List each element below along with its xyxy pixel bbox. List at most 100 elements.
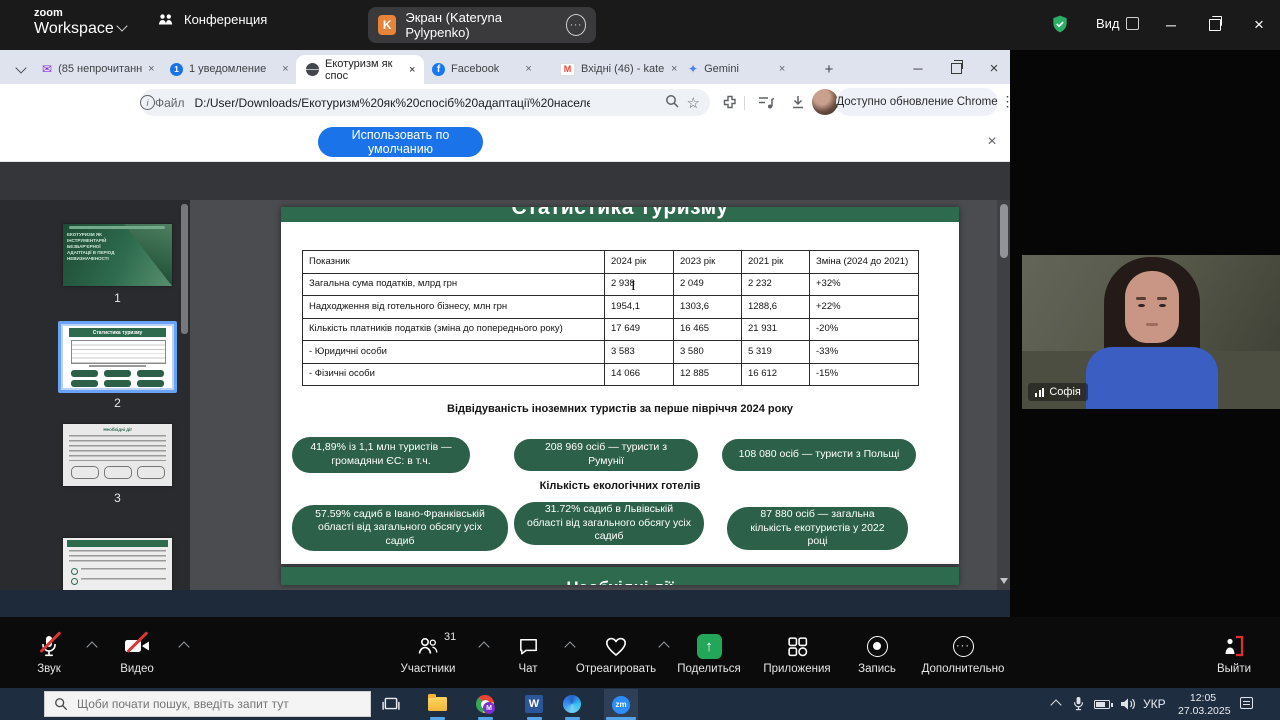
thumb2-number: 2 — [63, 396, 172, 410]
slide-title: Статистика туризму — [281, 207, 959, 220]
webcam-nameplate: Софія — [1028, 383, 1088, 401]
td: +32% — [810, 274, 919, 296]
more-label: Дополнительно — [922, 663, 1005, 675]
taskbar-edge-icon[interactable] — [563, 695, 581, 713]
tab-gmail-inbox[interactable]: M Вхідні (46) - katery × — [560, 57, 680, 81]
zoom-page-icon[interactable] — [665, 94, 679, 111]
workspace-chevron-icon[interactable] — [118, 22, 126, 30]
td: Загальна сума податків, млрд грн — [303, 274, 605, 296]
media-controls-icon[interactable] — [758, 95, 775, 115]
chrome-update-chip[interactable]: Доступно обновление Chrome — [836, 88, 998, 116]
page-info-icon[interactable]: i — [140, 95, 155, 110]
next-slide-title-band: Необхідні дії — [281, 567, 959, 585]
tab-close-icon[interactable]: × — [148, 63, 154, 75]
browser-minimize-button[interactable]: ─ — [902, 56, 934, 80]
extensions-icon[interactable] — [722, 94, 738, 115]
taskbar-zoom-active[interactable]: zm — [604, 689, 638, 720]
tab-facebook[interactable]: f Facebook × — [432, 57, 552, 81]
action-center-icon[interactable] — [1240, 697, 1253, 709]
participants-count-badge: 31 — [444, 631, 456, 643]
profile-m-badge: M — [483, 702, 495, 714]
thumb1-title: ЕКОТУРИЗМ ЯК ІНСТРУМЕНТАРІЙ БЕЗБАР'ЄРНОЇ… — [67, 232, 125, 262]
tab-close-icon[interactable]: × — [779, 63, 785, 75]
bookmark-star-icon[interactable]: ☆ — [687, 94, 700, 112]
record-button[interactable]: Запись — [847, 631, 907, 675]
tab-close-icon[interactable]: × — [525, 63, 531, 75]
scroll-down-arrow-icon[interactable] — [1000, 578, 1008, 584]
webcam-video[interactable]: Софія — [1022, 255, 1280, 409]
participants-label: Участники — [401, 663, 456, 675]
profile-avatar[interactable] — [812, 89, 838, 115]
apps-button[interactable]: Приложения — [756, 631, 838, 675]
window-minimize-button[interactable]: ─ — [1156, 10, 1186, 40]
thumbnail-page-1[interactable]: ЕКОТУРИЗМ ЯК ІНСТРУМЕНТАРІЙ БЕЗБАР'ЄРНОЇ… — [63, 224, 172, 286]
zoom-logo-text: zoom — [34, 8, 114, 19]
audio-label: Звук — [37, 663, 61, 675]
tab-close-icon[interactable]: × — [671, 63, 677, 75]
window-close-button[interactable]: × — [1244, 10, 1274, 40]
leave-button[interactable]: Выйти — [1204, 631, 1264, 675]
taskbar-clock[interactable]: 12:05 27.03.2025 — [1178, 692, 1228, 718]
tab-close-icon[interactable]: × — [409, 64, 415, 76]
browser-restore-button[interactable] — [940, 56, 972, 80]
window-restore-button[interactable] — [1200, 10, 1230, 40]
thumbnail-page-4-partial[interactable] — [63, 538, 172, 590]
tray-speaker-icon[interactable] — [1120, 697, 1136, 716]
downloads-icon[interactable] — [790, 94, 806, 115]
thumb2-mini-table — [71, 340, 166, 364]
video-button[interactable]: Видео — [106, 631, 168, 675]
new-tab-button[interactable]: + — [818, 58, 840, 80]
set-default-browser-button[interactable]: Использовать по умолчанию — [318, 127, 483, 157]
tray-mic-icon[interactable] — [1072, 695, 1085, 717]
security-shield-icon[interactable] — [1050, 14, 1070, 39]
taskbar-chrome-icon[interactable]: M — [476, 695, 494, 713]
tab-ecotourism-active[interactable]: Екотуризм як спос × — [296, 55, 424, 84]
taskview-icon[interactable] — [382, 695, 400, 717]
td: 14 066 — [605, 364, 674, 386]
pdf-scrollbar-thumb[interactable] — [1000, 204, 1008, 258]
screen-share-label: Экран (Kateryna Pylypenko) — [405, 10, 556, 40]
share-screen-button[interactable]: ↑ Поделиться — [672, 631, 746, 675]
address-bar[interactable]: i Файл D:/User/Downloads/Екотуризм%20як%… — [140, 89, 710, 116]
taskbar-folder-icon[interactable] — [428, 697, 447, 711]
screen-share-tab[interactable]: K Экран (Kateryna Pylypenko) ··· — [368, 7, 596, 43]
tab-gemini[interactable]: ✦ Gemini × — [688, 57, 808, 81]
audio-button[interactable]: Звук — [18, 631, 80, 675]
more-button[interactable]: ··· Дополнительно — [915, 631, 1011, 675]
audio-options-chevron-icon[interactable] — [88, 643, 96, 651]
conference-tab[interactable]: Конференция — [158, 12, 267, 27]
stat-pill: 31.72% садиб в Львівській області від за… — [514, 502, 704, 545]
apps-label: Приложения — [763, 663, 830, 675]
tray-chevron-icon[interactable] — [1052, 701, 1060, 709]
language-label[interactable]: УКР — [1143, 697, 1166, 711]
participants-button[interactable]: 31 Участники — [390, 631, 466, 675]
chat-button[interactable]: Чат — [498, 631, 558, 675]
text-cursor: I — [631, 279, 636, 295]
thumb3-textlines — [69, 435, 166, 461]
tray-battery-icon[interactable] — [1094, 700, 1110, 709]
view-button[interactable]: Вид — [1096, 16, 1139, 31]
notice-close-icon[interactable]: × — [978, 128, 1006, 156]
tab-close-icon[interactable]: × — [282, 63, 288, 75]
taskbar-word-icon[interactable]: W — [525, 695, 543, 713]
tab-notification[interactable]: 1 1 уведомление × — [170, 57, 290, 81]
react-chevron-icon[interactable] — [660, 643, 668, 651]
tab-label: Екотуризм як спос — [325, 58, 403, 82]
pdf-scrollbar[interactable] — [997, 200, 1010, 590]
screen-share-more-icon[interactable]: ··· — [566, 14, 586, 36]
th: 2024 рік — [605, 251, 674, 274]
thumbnail-page-2-selected[interactable]: Статистика туризму — [58, 321, 177, 393]
participants-chevron-icon[interactable] — [480, 643, 488, 651]
sidebar-scrollbar[interactable] — [181, 204, 188, 334]
react-button[interactable]: Отреагировать — [570, 631, 662, 675]
taskbar-search-input[interactable] — [44, 691, 371, 717]
thumbnail-page-3[interactable]: Необхідні дії — [63, 424, 172, 486]
tab-search-chevron-icon[interactable] — [10, 58, 32, 78]
browser-menu-icon[interactable]: ⋮ — [1001, 93, 1015, 110]
thumb1-number: 1 — [63, 291, 172, 305]
slide-subtitle-2: Кількість екологічних готелів — [281, 480, 959, 492]
tab-mail-unread[interactable]: ✉ (85 непрочитанн × — [42, 57, 164, 81]
td: -33% — [810, 341, 919, 363]
video-options-chevron-icon[interactable] — [180, 643, 188, 651]
browser-close-button[interactable]: × — [978, 56, 1010, 80]
